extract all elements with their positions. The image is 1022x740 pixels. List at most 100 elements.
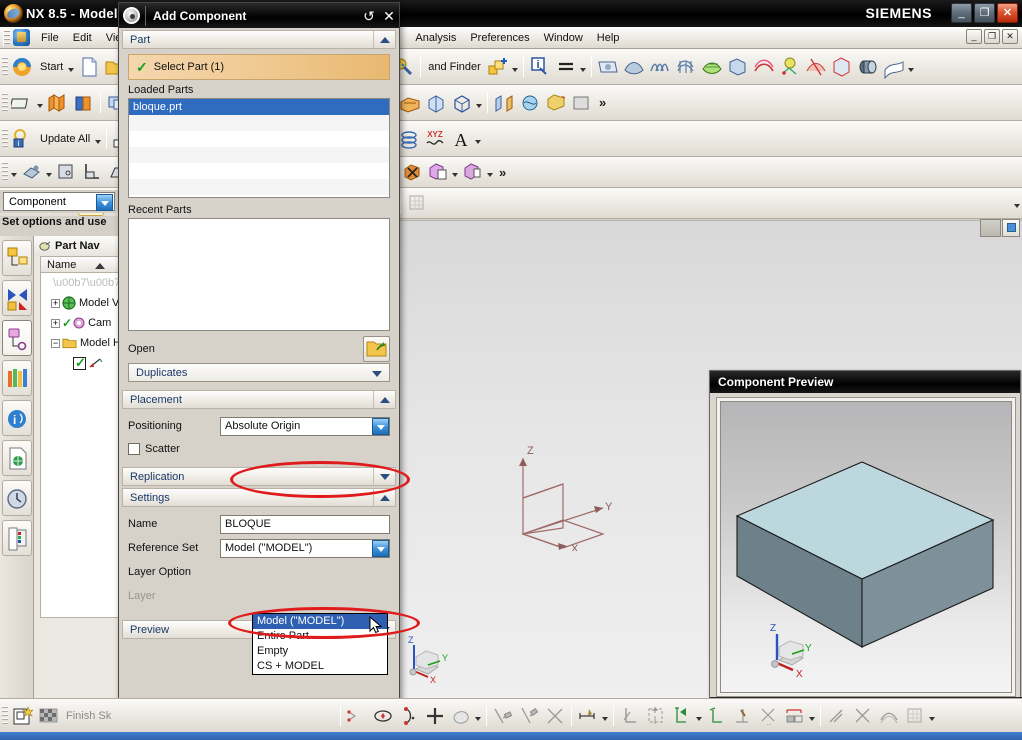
component-type-combo[interactable]: Component	[3, 192, 115, 211]
offset-curve-icon[interactable]	[877, 704, 901, 728]
toolbar-grip-4[interactable]	[2, 162, 8, 182]
section-header-replication[interactable]: Replication	[122, 467, 396, 486]
doc-restore-button[interactable]: ❐	[984, 29, 1000, 44]
bottom-overflow-caret[interactable]	[928, 705, 937, 727]
section-header-part[interactable]: Part	[122, 30, 396, 49]
auto-dimension-icon[interactable]	[670, 704, 694, 728]
render-style-icon[interactable]	[20, 160, 44, 184]
law-extension-icon[interactable]	[752, 55, 776, 79]
make-collinear-icon[interactable]	[517, 704, 541, 728]
region-icon[interactable]	[449, 704, 473, 728]
reference-set-dropdown[interactable]: Model ("MODEL")	[220, 538, 390, 558]
section-header-placement[interactable]: Placement	[122, 390, 396, 409]
chevron-up-icon-part[interactable]	[373, 31, 395, 48]
reference-set-option-model[interactable]: Model ("MODEL")	[253, 614, 387, 629]
doc-minimize-button[interactable]: _	[966, 29, 982, 44]
component-info-caret[interactable]	[486, 161, 495, 183]
equal-dropdown-caret[interactable]	[579, 56, 588, 78]
toolbar-grip[interactable]	[2, 56, 8, 77]
dialog-reset-button[interactable]: ↺	[359, 5, 379, 27]
reference-set-options-list[interactable]: Model ("MODEL") Entire Part Empty CS + M…	[252, 613, 388, 675]
component-preview-window[interactable]: Component Preview Z X Y	[709, 370, 1022, 706]
sketch-origin-icon[interactable]	[644, 704, 668, 728]
offset-surface-icon[interactable]	[778, 55, 802, 79]
preview-triad-icon[interactable]: Z X Y	[759, 620, 821, 680]
continuous-auto-dim-icon[interactable]	[705, 704, 729, 728]
sort-ascending-icon[interactable]	[95, 263, 105, 269]
trim-sheet-icon[interactable]	[804, 55, 828, 79]
tree-node-model-history[interactable]: − Model H	[41, 333, 119, 353]
start-label[interactable]: Start	[36, 61, 67, 73]
positioning-dropdown[interactable]: Absolute Origin	[220, 416, 390, 436]
top-view-icon[interactable]	[81, 160, 105, 184]
pattern-feature-icon[interactable]	[398, 91, 422, 115]
assembly-navigator-icon[interactable]	[2, 240, 32, 276]
command-finder-icon[interactable]	[486, 55, 510, 79]
chevron-up-icon-settings[interactable]	[373, 489, 395, 506]
row5-overflow-caret[interactable]	[1013, 192, 1022, 214]
reference-set-dropdown-button[interactable]	[372, 539, 389, 557]
update-session-icon[interactable]: i	[11, 127, 35, 151]
xyz-law-icon[interactable]: XYZ	[423, 127, 447, 151]
animate-dimension-icon[interactable]: ..	[757, 704, 781, 728]
component-type-dropdown-button[interactable]	[96, 194, 113, 211]
loaded-part-item[interactable]: bloque.prt	[129, 99, 389, 115]
component-preview-canvas[interactable]: Z X Y	[720, 401, 1012, 693]
menu-file[interactable]: File	[34, 29, 66, 47]
sketch-grid-icon[interactable]	[903, 704, 927, 728]
revolve2-icon[interactable]	[72, 91, 96, 115]
toolbar-grip-3[interactable]	[2, 128, 8, 149]
extend-sheet-icon[interactable]	[830, 55, 854, 79]
extrude2-icon[interactable]	[46, 91, 70, 115]
through-curves-icon[interactable]	[648, 55, 672, 79]
helix-icon[interactable]	[397, 127, 421, 151]
new-file-icon[interactable]	[77, 55, 101, 79]
inferred-constraint-icon[interactable]	[371, 704, 395, 728]
menu-help[interactable]: Help	[590, 29, 627, 47]
copy-component-icon[interactable]	[426, 160, 450, 184]
reference-set-option-entire-part[interactable]: Entire Part	[253, 629, 387, 644]
sketch-preferences-icon[interactable]	[783, 704, 807, 728]
duplicates-combo[interactable]: Duplicates	[128, 363, 390, 382]
remove-component-icon[interactable]	[400, 160, 424, 184]
start-menu-icon[interactable]	[11, 55, 35, 79]
copy-component-caret[interactable]	[451, 161, 460, 183]
start-dropdown-caret[interactable]	[67, 56, 76, 78]
update-all-label[interactable]: Update All	[36, 133, 94, 145]
sketch-visibility-checkbox[interactable]: ✓	[73, 355, 86, 370]
recent-parts-listbox[interactable]	[128, 218, 390, 331]
expander-model-history[interactable]: −	[51, 338, 60, 348]
menu-analysis[interactable]: Analysis	[408, 29, 463, 47]
chevron-down-icon-replication[interactable]	[373, 468, 395, 485]
tree-node-sketch[interactable]: ✓	[41, 353, 119, 373]
sheet-body-icon[interactable]	[596, 55, 620, 79]
view-style-caret[interactable]	[475, 92, 484, 114]
tree-node-history[interactable]: \u00b7\u00b7 History	[41, 273, 119, 293]
datum-plane-icon[interactable]	[11, 91, 35, 115]
update-all-caret[interactable]	[94, 128, 103, 150]
expander-model-views[interactable]: +	[51, 298, 60, 308]
row4-caret-a[interactable]	[10, 161, 19, 183]
expander-cameras[interactable]: +	[51, 318, 60, 328]
distance-caret[interactable]	[601, 705, 610, 727]
wave-link-icon[interactable]	[518, 91, 542, 115]
trim-recipe-icon[interactable]	[851, 704, 875, 728]
viewport-thumbnail-icon[interactable]	[980, 219, 1001, 237]
chevron-up-icon-placement[interactable]	[373, 391, 395, 408]
hd3d-tools-icon[interactable]: i	[2, 400, 32, 436]
toolbar-overflow[interactable]: »	[595, 95, 610, 110]
open-folder-button[interactable]	[363, 336, 390, 362]
relations-browser-icon[interactable]	[731, 704, 755, 728]
select-part-button[interactable]: ✓ Select Part (1)	[128, 54, 390, 80]
add-constraint-icon[interactable]	[423, 704, 447, 728]
tube-icon[interactable]	[856, 55, 880, 79]
auto-dimension-caret[interactable]	[695, 705, 704, 727]
part-navigator-name-column[interactable]: Name	[40, 256, 119, 273]
chevron-down-icon-duplicates[interactable]	[369, 364, 389, 381]
sketch-constraints-icon[interactable]	[345, 704, 369, 728]
make-coincident-icon[interactable]	[491, 704, 515, 728]
alternate-solution-icon[interactable]	[397, 704, 421, 728]
mirror-feature-icon[interactable]	[492, 91, 516, 115]
restore-button[interactable]: ❐	[974, 3, 995, 23]
loaded-parts-listbox[interactable]: bloque.prt	[128, 98, 390, 198]
